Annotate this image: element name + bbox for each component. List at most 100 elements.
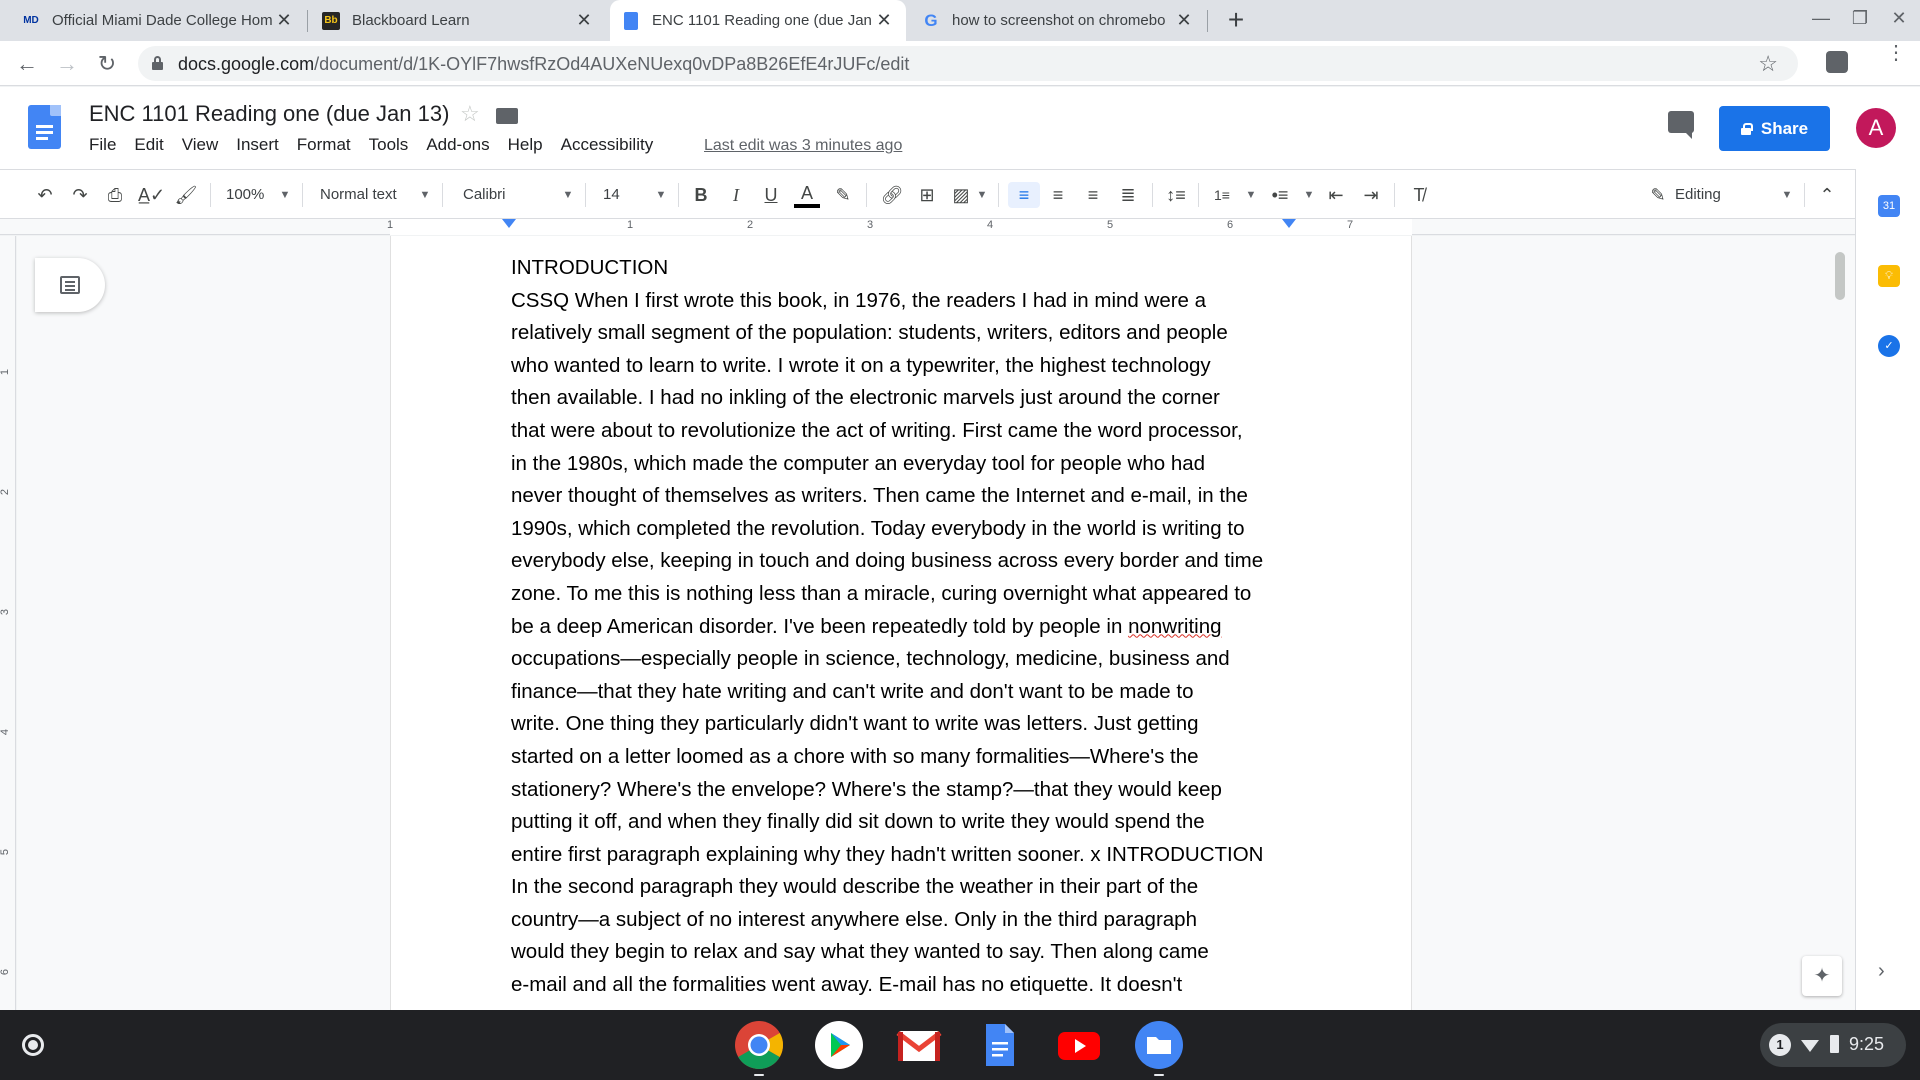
menu-accessibility[interactable]: Accessibility bbox=[552, 135, 663, 155]
restore-icon[interactable]: ❐ bbox=[1845, 8, 1875, 29]
insert-link-icon[interactable]: 🔗︎ bbox=[878, 182, 906, 208]
tab-enc1101-doc[interactable]: ENC 1101 Reading one (due Jan ✕ bbox=[610, 0, 906, 41]
share-label: Share bbox=[1760, 118, 1809, 138]
document-title[interactable]: ENC 1101 Reading one (due Jan 13) bbox=[89, 101, 449, 127]
browser-menu-icon[interactable]: ⋮ bbox=[1886, 43, 1906, 63]
chevron-down-icon[interactable]: ▼ bbox=[1780, 182, 1794, 208]
paint-format-icon[interactable]: 🖌 bbox=[173, 182, 199, 208]
explore-button[interactable]: ✦ bbox=[1802, 956, 1842, 996]
forward-arrow-icon[interactable]: → bbox=[52, 49, 82, 79]
close-tab-icon[interactable]: ✕ bbox=[274, 10, 294, 31]
bulleted-list-icon[interactable]: •≡ bbox=[1266, 182, 1294, 208]
back-arrow-icon[interactable]: ← bbox=[12, 49, 42, 79]
editing-mode-select[interactable]: Editing bbox=[1675, 182, 1755, 208]
vertical-scrollbar[interactable] bbox=[1835, 252, 1845, 300]
ruler-number: 6 bbox=[1227, 219, 1234, 231]
chevron-down-icon[interactable]: ▼ bbox=[1302, 182, 1316, 208]
chevron-down-icon[interactable]: ▼ bbox=[278, 182, 292, 208]
minimize-icon[interactable]: — bbox=[1806, 8, 1836, 29]
docs-home-logo-icon[interactable] bbox=[28, 105, 61, 149]
chevron-down-icon[interactable]: ▼ bbox=[975, 182, 989, 208]
youtube-app-icon[interactable] bbox=[1054, 1020, 1104, 1070]
justify-icon[interactable]: ≣ bbox=[1114, 182, 1142, 208]
share-button[interactable]: Share bbox=[1719, 106, 1830, 151]
text-color-icon[interactable]: A bbox=[794, 182, 820, 208]
document-body[interactable]: INTRODUCTION CSSQ When I first wrote thi… bbox=[511, 252, 1301, 1002]
tab-google-search[interactable]: G how to screenshot on chromebo ✕ bbox=[910, 0, 1206, 41]
left-indent-marker[interactable] bbox=[502, 219, 516, 228]
chrome-app-icon[interactable] bbox=[734, 1020, 784, 1070]
spellcheck-icon[interactable]: A̲✓ bbox=[138, 182, 165, 208]
tasks-icon[interactable]: ✓ bbox=[1878, 335, 1900, 357]
menu-view[interactable]: View bbox=[173, 135, 228, 155]
docs-app-icon[interactable] bbox=[974, 1020, 1024, 1070]
menu-edit[interactable]: Edit bbox=[125, 135, 172, 155]
reload-icon[interactable]: ↻ bbox=[92, 49, 122, 79]
calendar-icon[interactable]: 31 bbox=[1878, 195, 1900, 217]
launcher-icon[interactable] bbox=[22, 1034, 44, 1056]
underline-icon[interactable]: U bbox=[758, 182, 784, 208]
play-store-app-icon[interactable] bbox=[814, 1020, 864, 1070]
chevron-down-icon[interactable]: ▼ bbox=[654, 182, 668, 208]
star-icon[interactable]: ☆ bbox=[460, 101, 480, 127]
right-indent-marker[interactable] bbox=[1282, 219, 1296, 228]
print-icon[interactable]: ⎙ bbox=[102, 182, 128, 208]
menu-insert[interactable]: Insert bbox=[227, 135, 288, 155]
bold-icon[interactable]: B bbox=[688, 182, 714, 208]
misspelled-word[interactable]: nonwriting bbox=[1128, 615, 1221, 638]
os-shelf: 1 9:25 bbox=[0, 1010, 1920, 1080]
status-tray[interactable]: 1 9:25 bbox=[1760, 1023, 1906, 1067]
close-tab-icon[interactable]: ✕ bbox=[574, 10, 594, 31]
line-spacing-icon[interactable]: ↕≡ bbox=[1162, 182, 1190, 208]
add-comment-icon[interactable]: ⊞ bbox=[914, 182, 940, 208]
notification-count-badge[interactable]: 1 bbox=[1769, 1034, 1791, 1056]
font-select[interactable]: Calibri bbox=[463, 182, 563, 208]
keep-icon[interactable]: 💡︎ bbox=[1878, 265, 1900, 287]
chevron-down-icon[interactable]: ▼ bbox=[418, 182, 432, 208]
undo-icon[interactable]: ↶ bbox=[32, 182, 58, 208]
close-tab-icon[interactable]: ✕ bbox=[874, 10, 894, 31]
last-edit-link[interactable]: Last edit was 3 minutes ago bbox=[704, 137, 902, 155]
redo-icon[interactable]: ↷ bbox=[67, 182, 93, 208]
new-tab-button[interactable]: + bbox=[1220, 4, 1252, 36]
document-outline-button[interactable] bbox=[35, 258, 105, 312]
bookmark-star-icon[interactable]: ☆ bbox=[1758, 51, 1778, 77]
decrease-indent-icon[interactable]: ⇤ bbox=[1322, 182, 1350, 208]
insert-image-icon[interactable]: ▨ bbox=[948, 182, 974, 208]
align-center-icon[interactable]: ≡ bbox=[1044, 182, 1072, 208]
numbered-list-icon[interactable]: 1≡ bbox=[1208, 182, 1236, 208]
outline-list-icon bbox=[60, 276, 80, 294]
address-bar[interactable]: docs.google.com/document/d/1K-OYlF7hwsfR… bbox=[138, 46, 1798, 81]
account-avatar[interactable]: A bbox=[1856, 108, 1896, 148]
clear-formatting-icon[interactable]: T̸ bbox=[1405, 182, 1433, 208]
lock-icon[interactable] bbox=[152, 56, 163, 70]
font-size-select[interactable]: 14 bbox=[603, 182, 643, 208]
horizontal-ruler[interactable]: 1 1 2 3 4 5 6 7 bbox=[0, 219, 1855, 235]
align-right-icon[interactable]: ≡ bbox=[1079, 182, 1107, 208]
gmail-app-icon[interactable] bbox=[894, 1020, 944, 1070]
italic-icon[interactable]: I bbox=[723, 182, 749, 208]
chevron-right-icon[interactable]: › bbox=[1878, 960, 1885, 983]
paragraph-style-select[interactable]: Normal text bbox=[320, 182, 420, 208]
menu-tools[interactable]: Tools bbox=[360, 135, 418, 155]
increase-indent-icon[interactable]: ⇥ bbox=[1357, 182, 1385, 208]
close-tab-icon[interactable]: ✕ bbox=[1174, 10, 1194, 31]
folder-icon[interactable] bbox=[496, 108, 518, 124]
tab-blackboard[interactable]: Bb Blackboard Learn ✕ bbox=[310, 0, 606, 41]
zoom-select[interactable]: 100% bbox=[226, 182, 286, 208]
menu-help[interactable]: Help bbox=[499, 135, 552, 155]
chevron-down-icon[interactable]: ▼ bbox=[561, 182, 575, 208]
highlight-color-icon[interactable]: ✎ bbox=[830, 182, 856, 208]
menu-file[interactable]: File bbox=[80, 135, 125, 155]
comment-history-icon[interactable] bbox=[1668, 111, 1694, 139]
files-app-icon[interactable] bbox=[1134, 1020, 1184, 1070]
close-window-icon[interactable]: ✕ bbox=[1884, 8, 1914, 29]
menu-format[interactable]: Format bbox=[288, 135, 360, 155]
chevron-up-icon[interactable]: ⌃ bbox=[1814, 182, 1840, 208]
chevron-down-icon[interactable]: ▼ bbox=[1244, 182, 1258, 208]
document-page[interactable]: INTRODUCTION CSSQ When I first wrote thi… bbox=[390, 236, 1412, 1010]
menu-addons[interactable]: Add-ons bbox=[417, 135, 498, 155]
extension-icon[interactable] bbox=[1826, 51, 1848, 73]
tab-miami-dade[interactable]: MD Official Miami Dade College Hom ✕ bbox=[10, 0, 306, 41]
align-left-icon[interactable]: ≡ bbox=[1008, 182, 1040, 208]
